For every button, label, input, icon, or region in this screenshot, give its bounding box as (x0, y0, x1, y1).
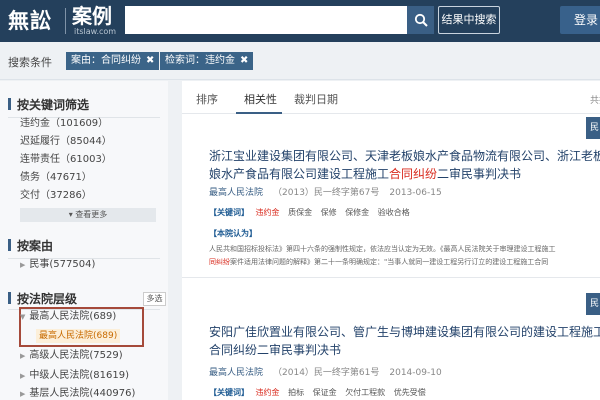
group-marker (8, 98, 11, 110)
keyword-chip[interactable]: 欠付工程款 (345, 388, 385, 397)
keyword-item[interactable]: 违约金（101609） (20, 117, 108, 131)
filter-bar: 搜索条件 案由：合同纠纷 ✖ 检索词：违约金 ✖ (0, 42, 600, 80)
triangle-right-icon: ▶ (20, 261, 26, 269)
case-title[interactable]: 安阳广佳欣置业有限公司、管广生与博坤建设集团有限公司的建设工程施工合同纠纷二审民… (209, 323, 600, 359)
case-type-badge: 民 (586, 117, 600, 139)
opinion-excerpt: 人民共和国招标投标法》第四十六条的强制性规定，依法应当认定为无效。《最高人民法院… (209, 245, 556, 253)
court-opinion-label: 【本院认为】 (209, 229, 257, 238)
case-type-badge: 民 (586, 293, 600, 315)
result-count: 共找 (590, 96, 600, 106)
group-title-keywords: 按关键词筛选 (8, 97, 89, 113)
top-header: 無訟 案例 itslaw.com 结果中搜索 登录 (0, 0, 600, 42)
keyword-chip[interactable]: 保证金 (313, 388, 337, 397)
group-title-court-level: 按法院层级 (8, 291, 77, 307)
keyword-row: 【关键词】 违约金 质保金 保修 保修金 验收合格 (209, 208, 410, 217)
triangle-down-icon: ▼ (20, 313, 26, 321)
court-level-item[interactable]: ▶ 高级人民法院(7529) (20, 349, 123, 363)
group-marker (8, 292, 11, 304)
group-marker (8, 239, 11, 251)
search-button[interactable] (407, 6, 434, 34)
keyword-item[interactable]: 债务（47671） (20, 171, 92, 185)
result-divider (182, 277, 600, 278)
filter-tag-keyword[interactable]: 检索词：违约金 ✖ (160, 52, 254, 70)
court-level-item[interactable]: ▶ 基层人民法院(440976) (20, 387, 135, 400)
keyword-chip[interactable]: 质保金 (288, 208, 312, 217)
logo-mark[interactable]: 無訟 (8, 8, 52, 34)
keyword-item[interactable]: 迟延履行（85044） (20, 135, 112, 149)
filter-label: 搜索条件 (8, 56, 52, 69)
group-title-cause: 按案由 (8, 238, 53, 254)
active-tab-indicator (236, 112, 282, 114)
filter-tag-cause[interactable]: 案由：合同纠纷 ✖ (66, 52, 160, 70)
opinion-excerpt: 同纠纷案件适用法律问题的解释》第二十一条明确规定："当事人就同一建设工程另行订立… (209, 258, 549, 266)
search-input[interactable] (125, 6, 407, 34)
filter-tag-text: 检索词：违约金 (165, 55, 235, 66)
keyword-item[interactable]: 交付（37286） (20, 189, 92, 203)
case-meta: 最高人民法院 （2013）民一终字第67号 2013-06-15 (209, 188, 442, 198)
logo-url: itslaw.com (74, 27, 117, 36)
login-button[interactable]: 登录 (560, 6, 600, 34)
close-icon[interactable]: ✖ (240, 52, 248, 70)
logo-divider (65, 8, 66, 34)
keyword-chip[interactable]: 违约金 (256, 388, 280, 397)
search-in-results-button[interactable]: 结果中搜索 (438, 6, 500, 34)
keyword-chip[interactable]: 保修 (321, 208, 337, 217)
court-level-item[interactable]: ▼ 最高人民法院(689) (20, 310, 116, 324)
court-sub-item[interactable]: 最高人民法院(689) (36, 329, 121, 343)
triangle-right-icon: ▶ (20, 390, 26, 398)
keyword-chip[interactable]: 违约金 (256, 208, 280, 217)
tab-judgment-date[interactable]: 裁判日期 (294, 91, 338, 107)
keyword-chip[interactable]: 保修金 (345, 208, 369, 217)
logo-title[interactable]: 案例 (72, 4, 112, 28)
sort-label: 排序 (196, 93, 218, 106)
show-more-button[interactable]: ▾ 查看更多 (20, 208, 156, 222)
results-panel: 排序 相关性 裁判日期 共找 民 浙江宝业建设集团有限公司、天津老板娘水产食品物… (182, 81, 600, 400)
search-icon (414, 13, 428, 27)
case-meta: 最高人民法院 （2014）民一终字第61号 2014-09-10 (209, 368, 442, 378)
keyword-chip[interactable]: 验收合格 (378, 208, 410, 217)
triangle-right-icon: ▶ (20, 352, 26, 360)
filter-tag-text: 案由：合同纠纷 (71, 55, 141, 66)
keyword-chip[interactable]: 优先受偿 (394, 388, 426, 397)
court-level-item[interactable]: ▶ 中级人民法院(81619) (20, 369, 129, 383)
cause-item[interactable]: ▶ 民事(577504) (20, 258, 95, 272)
keyword-item[interactable]: 连带责任（61003） (20, 153, 112, 167)
keyword-chip[interactable]: 拍标 (288, 388, 304, 397)
keyword-row: 【关键词】 违约金 拍标 保证金 欠付工程款 优先受偿 (209, 388, 426, 397)
multi-select-button[interactable]: 多选 (143, 292, 166, 306)
close-icon[interactable]: ✖ (146, 52, 154, 70)
filter-sidebar: 按关键词筛选 违约金（101609） 迟延履行（85044） 连带责任（6100… (0, 81, 168, 400)
triangle-right-icon: ▶ (20, 372, 26, 380)
case-title[interactable]: 浙江宝业建设集团有限公司、天津老板娘水产食品物流有限公司、浙江老板娘水产食品有限… (209, 147, 600, 183)
sort-bar: 排序 相关性 裁判日期 共找 (182, 81, 600, 114)
tab-relevance[interactable]: 相关性 (244, 91, 277, 107)
